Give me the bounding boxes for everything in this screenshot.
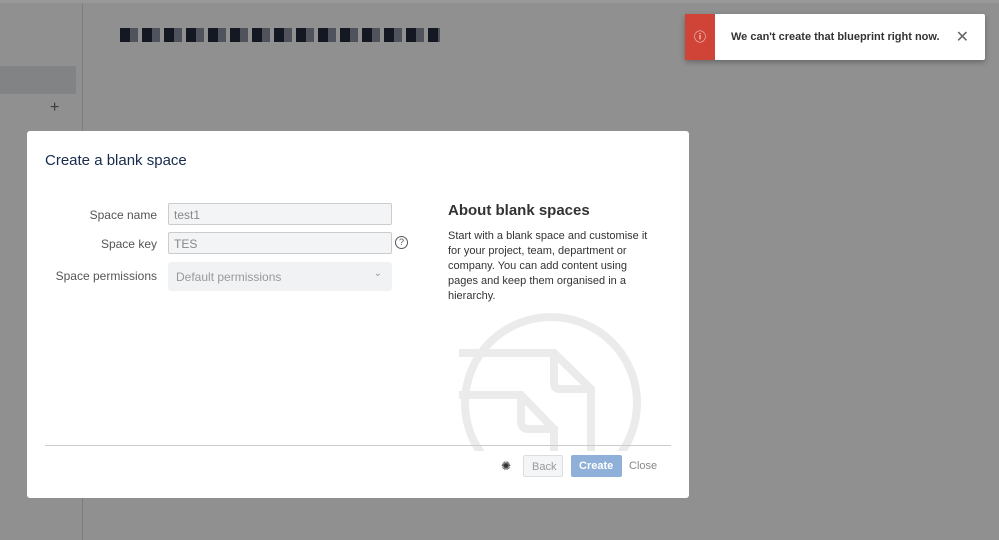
error-toast: ⓘ We can't create that blueprint right n… bbox=[685, 14, 985, 60]
space-name-input[interactable]: test1 bbox=[168, 203, 392, 225]
help-icon[interactable]: ? bbox=[395, 236, 408, 249]
dialog-title: Create a blank space bbox=[45, 152, 187, 169]
close-button[interactable]: Close bbox=[621, 455, 665, 477]
close-icon[interactable]: ✕ bbox=[956, 27, 969, 47]
footer-divider bbox=[45, 445, 671, 446]
back-button[interactable]: Back bbox=[523, 455, 563, 477]
about-heading: About blank spaces bbox=[448, 202, 590, 219]
top-border bbox=[0, 0, 999, 3]
create-space-dialog: Create a blank space Space name test1 Sp… bbox=[27, 131, 689, 498]
toast-message: We can't create that blueprint right now… bbox=[731, 31, 940, 43]
space-name-label: Space name bbox=[89, 208, 157, 222]
chevron-down-icon: ⌄ bbox=[373, 268, 382, 279]
error-icon: ⓘ bbox=[685, 14, 715, 60]
about-text: Start with a blank space and customise i… bbox=[448, 230, 648, 302]
blank-page-illustration bbox=[459, 313, 641, 451]
create-button[interactable]: Create bbox=[571, 455, 622, 477]
space-key-input[interactable]: TES bbox=[168, 232, 392, 254]
permissions-value: Default permissions bbox=[176, 270, 282, 284]
loading-spinner-icon: ✺ bbox=[501, 459, 512, 473]
space-permissions-select[interactable]: Default permissions ⌄ bbox=[168, 262, 392, 291]
space-permissions-label: Space permissions bbox=[55, 269, 157, 283]
space-key-label: Space key bbox=[100, 237, 157, 251]
